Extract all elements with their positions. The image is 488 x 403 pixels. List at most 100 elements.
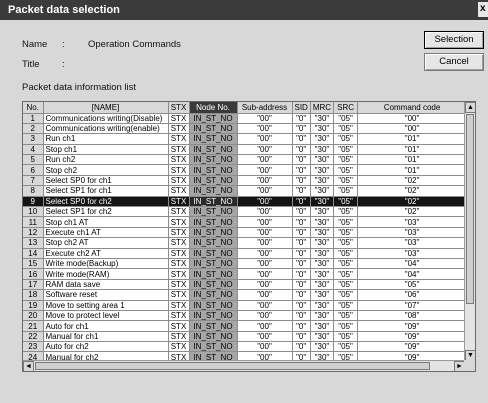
- row-sid: "0": [292, 341, 311, 353]
- column-header-name[interactable]: [NAME]: [43, 102, 169, 114]
- row-sub-address: "00": [237, 216, 293, 228]
- table-row[interactable]: 2 Communications writing(enable) STX IN_ST_…: [23, 123, 468, 135]
- row-sub-address: "00": [237, 113, 293, 124]
- scroll-up-arrow-icon[interactable]: ▲: [465, 102, 475, 113]
- row-number: 21: [23, 320, 44, 332]
- table-row[interactable]: 4 Stop ch1 STX IN_ST_NO "00" "0" "30" "05" "01": [23, 144, 468, 156]
- selection-button[interactable]: Selection: [424, 31, 484, 49]
- row-number: 8: [23, 185, 44, 197]
- row-src: "05": [333, 144, 359, 156]
- row-name: Stop ch1: [43, 144, 169, 156]
- title-bar: Packet data selection x: [0, 0, 488, 20]
- row-sub-address: "00": [237, 320, 293, 332]
- column-header-sub-address[interactable]: Sub-address: [237, 102, 293, 114]
- row-mrc: "30": [310, 258, 335, 270]
- row-mrc: "30": [310, 331, 335, 343]
- row-number: 16: [23, 268, 44, 280]
- table-row[interactable]: 8 Select SP1 for ch1 STX IN_ST_NO "00" "0" "30…: [23, 185, 468, 197]
- row-sid: "0": [292, 237, 311, 249]
- table-row[interactable]: 15 Write mode(Backup) STX IN_ST_NO "00" "0" "3…: [23, 258, 468, 270]
- row-command-code: "01": [357, 154, 468, 166]
- table-row[interactable]: 6 Stop ch2 STX IN_ST_NO "00" "0" "30" "05" "01": [23, 164, 468, 176]
- row-mrc: "30": [310, 185, 335, 197]
- row-command-code: "03": [357, 237, 468, 249]
- scroll-left-arrow-icon[interactable]: ◄: [23, 361, 34, 371]
- row-src: "05": [333, 113, 359, 124]
- table-row[interactable]: 22 Manual for ch1 STX IN_ST_NO "00" "0" "30" "0…: [23, 331, 468, 343]
- table-row[interactable]: 21 Auto for ch1 STX IN_ST_NO "00" "0" "30" "05"…: [23, 320, 468, 332]
- row-name: Run ch1: [43, 133, 169, 145]
- row-sid: "0": [292, 133, 311, 145]
- table-row[interactable]: 3 Run ch1 STX IN_ST_NO "00" "0" "30" "05" "01": [23, 133, 468, 145]
- row-sub-address: "00": [237, 206, 293, 218]
- table-row[interactable]: 17 RAM data save STX IN_ST_NO "00" "0" "30" "05…: [23, 279, 468, 291]
- row-sid: "0": [292, 123, 311, 135]
- title-label: Title: [22, 59, 40, 70]
- row-mrc: "30": [310, 123, 335, 135]
- row-command-code: "05": [357, 279, 468, 291]
- table-row[interactable]: 11 Stop ch1 AT STX IN_ST_NO "00" "0" "30" "05" "…: [23, 216, 468, 228]
- vertical-scrollbar[interactable]: ▲ ▼: [464, 102, 475, 361]
- table-row[interactable]: 23 Auto for ch2 STX IN_ST_NO "00" "0" "30" "05"…: [23, 341, 468, 353]
- row-sub-address: "00": [237, 331, 293, 343]
- row-node-no: IN_ST_NO: [189, 154, 238, 166]
- list-label: Packet data information list: [22, 82, 137, 93]
- row-stx: STX: [168, 268, 190, 280]
- column-header-src[interactable]: SRC: [333, 102, 359, 114]
- row-sub-address: "00": [237, 227, 293, 239]
- table-row[interactable]: 19 Move to setting area 1 STX IN_ST_NO "00" "…: [23, 300, 468, 311]
- row-sub-address: "00": [237, 279, 293, 291]
- row-node-no: IN_ST_NO: [189, 341, 238, 353]
- column-header-sid[interactable]: SID: [292, 102, 311, 114]
- row-stx: STX: [168, 164, 190, 176]
- row-name: Move to setting area 1: [43, 300, 169, 311]
- row-node-no: IN_ST_NO: [189, 300, 238, 311]
- row-stx: STX: [168, 341, 190, 353]
- row-src: "05": [333, 341, 359, 353]
- row-sub-address: "00": [237, 300, 293, 311]
- row-node-no: IN_ST_NO: [189, 164, 238, 176]
- table-row[interactable]: 7 Select SP0 for ch1 STX IN_ST_NO "00" "0" "30…: [23, 175, 468, 187]
- row-number: 22: [23, 331, 44, 343]
- row-mrc: "30": [310, 248, 335, 259]
- table-row[interactable]: 18 Software reset STX IN_ST_NO "00" "0" "30" "0…: [23, 289, 468, 301]
- row-name: Write mode(RAM): [43, 268, 169, 280]
- vertical-scroll-thumb[interactable]: [466, 114, 474, 304]
- row-src: "05": [333, 310, 359, 322]
- row-node-no: IN_ST_NO: [189, 206, 238, 218]
- table-row[interactable]: 13 Stop ch2 AT STX IN_ST_NO "00" "0" "30" "05" "…: [23, 237, 468, 249]
- table-row[interactable]: 12 Execute ch1 AT STX IN_ST_NO "00" "0" "30" "0…: [23, 227, 468, 239]
- row-command-code: "09": [357, 341, 468, 353]
- row-node-no: IN_ST_NO: [189, 113, 238, 124]
- row-command-code: "03": [357, 248, 468, 259]
- table-row[interactable]: 14 Execute ch2 AT STX IN_ST_NO "00" "0" "30" "0…: [23, 248, 468, 259]
- row-number: 20: [23, 310, 44, 322]
- horizontal-scrollbar[interactable]: ◄ ►: [23, 360, 465, 371]
- row-src: "05": [333, 175, 359, 187]
- column-header-stx[interactable]: STX: [168, 102, 190, 114]
- table-row[interactable]: 5 Run ch2 STX IN_ST_NO "00" "0" "30" "05" "01": [23, 154, 468, 166]
- row-sub-address: "00": [237, 144, 293, 156]
- close-button[interactable]: x: [478, 2, 488, 17]
- table-row[interactable]: 16 Write mode(RAM) STX IN_ST_NO "00" "0" "30" "…: [23, 268, 468, 280]
- table-row[interactable]: 10 Select SP1 for ch2 STX IN_ST_NO "00" "0" "3…: [23, 206, 468, 218]
- column-header-command-code[interactable]: Command code: [357, 102, 468, 114]
- cancel-button[interactable]: Cancel: [424, 53, 484, 71]
- row-src: "05": [333, 185, 359, 197]
- column-header-node-no[interactable]: Node No.: [189, 102, 238, 114]
- row-sid: "0": [292, 144, 311, 156]
- row-number: 1: [23, 113, 44, 124]
- row-stx: STX: [168, 216, 190, 228]
- horizontal-scroll-thumb[interactable]: [35, 362, 430, 370]
- row-number: 12: [23, 227, 44, 239]
- column-header-mrc[interactable]: MRC: [310, 102, 335, 114]
- table-row[interactable]: 1 Communications writing(Disable) STX IN_ST…: [23, 113, 468, 124]
- row-stx: STX: [168, 144, 190, 156]
- row-mrc: "30": [310, 289, 335, 301]
- row-node-no: IN_ST_NO: [189, 279, 238, 291]
- column-header-no[interactable]: No.: [23, 102, 44, 114]
- table-row[interactable]: 20 Move to protect level STX IN_ST_NO "00" "0…: [23, 310, 468, 322]
- row-stx: STX: [168, 227, 190, 239]
- packet-data-table: No. [NAME] STX Node No. Sub-address SID …: [23, 102, 468, 363]
- table-row[interactable]: 9 Select SP0 for ch2 STX IN_ST_NO "00" "0" "30…: [23, 196, 468, 208]
